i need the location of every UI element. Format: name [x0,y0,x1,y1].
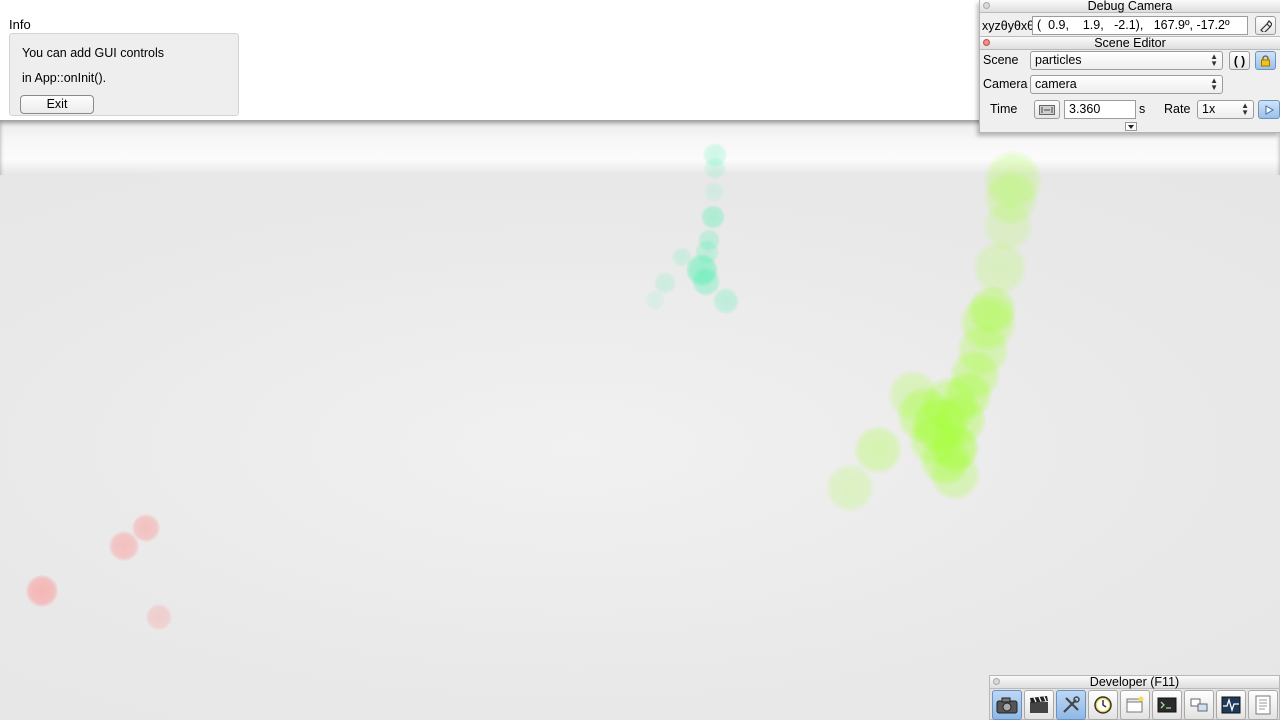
play-button[interactable] [1258,100,1280,119]
scene-dropdown-value: particles [1035,53,1082,67]
time-label: Time [990,102,1018,116]
terminal-icon [1157,697,1177,713]
lock-icon [1261,54,1270,66]
rate-dropdown[interactable]: 1x ▲ ▼ [1197,100,1254,119]
particle [109,531,139,561]
scene-editor-title: Scene Editor [1094,36,1166,50]
debug-window: Debug Camera xyzθyθxθz ( 0.9, 1.9, -2.1)… [979,0,1280,133]
close-icon[interactable] [983,2,990,9]
expand-button[interactable] [1125,122,1137,131]
updown-arrows-icon: ▲ ▼ [1241,101,1249,117]
close-icon[interactable] [983,39,990,46]
particle [146,604,172,630]
copy-icon [1260,20,1272,32]
scene-editor-tool-button[interactable] [1024,690,1054,720]
play-icon [1265,104,1274,115]
camera-icon [996,697,1018,714]
tools-button[interactable] [1056,690,1086,720]
particle [672,247,692,267]
particle [713,288,739,314]
camera-dropdown[interactable]: camera ▲ ▼ [1030,75,1223,94]
scene-graph-icon [1190,698,1208,712]
clapperboard-icon [1030,696,1048,713]
info-window-title: Info [9,17,31,32]
time-unit: s [1139,102,1146,116]
camera-label: Camera [983,77,1028,91]
particle [701,205,725,229]
updown-arrows-icon: ▲ ▼ [1210,76,1218,92]
profiler-tool-button[interactable] [1216,690,1246,720]
profiler-icon [1221,696,1241,714]
reset-time-button[interactable] [1034,100,1060,119]
copy-frame-button[interactable] [1255,16,1276,35]
debug-camera-title: Debug Camera [1087,0,1173,13]
exit-button[interactable]: Exit [20,95,94,114]
camera-tool-button[interactable] [992,690,1022,720]
3d-viewport[interactable] [0,120,1280,720]
scene-editor-titlebar[interactable]: Scene Editor [980,36,1280,50]
info-pane: You can add GUI controls in App::onInit(… [9,33,239,116]
particle [26,575,58,607]
lock-scene-button[interactable] [1255,51,1276,70]
info-text-line-2: in App::onInit(). [22,71,107,85]
scene-label: Scene [983,53,1019,67]
window-icon [1126,696,1144,713]
rate-label: Rate [1164,102,1191,116]
scene-graph-tool-button[interactable] [1184,690,1214,720]
time-input[interactable]: 3.360 [1064,100,1136,119]
camera-frame-field[interactable]: ( 0.9, 1.9, -2.1), 167.9º, -17.2º [1032,16,1248,35]
chevron-down-icon [1128,124,1134,129]
clock-icon [1094,696,1112,714]
log-icon [1255,695,1271,715]
particle [645,290,665,310]
particle [888,370,938,420]
developer-window: Developer (F11) [989,675,1280,720]
rate-dropdown-value: 1x [1202,102,1216,116]
developer-title: Developer (F11) [1089,675,1180,689]
camera-dropdown-value: camera [1035,77,1077,91]
reload-scene-button[interactable]: ( ) [1229,51,1250,70]
new-window-tool-button[interactable] [1120,690,1150,720]
floor-plane [0,175,1280,720]
film-reset-icon [1039,104,1055,115]
particle [704,182,724,202]
debug-camera-titlebar[interactable]: Debug Camera [980,0,1280,13]
info-text-line-1: You can add GUI controls [22,46,164,60]
updown-arrows-icon: ▲ ▼ [1210,52,1218,68]
particle [826,464,874,512]
developer-titlebar[interactable]: Developer (F11) [990,676,1279,689]
particle [909,414,961,466]
reload-icon: ( ) [1233,53,1246,68]
time-tool-button[interactable] [1088,690,1118,720]
scene-dropdown[interactable]: particles ▲ ▼ [1030,51,1223,70]
console-tool-button[interactable] [1152,690,1182,720]
tools-icon [1063,696,1080,713]
log-tool-button[interactable] [1248,690,1278,720]
close-icon[interactable] [993,678,1000,685]
particle [704,157,726,179]
